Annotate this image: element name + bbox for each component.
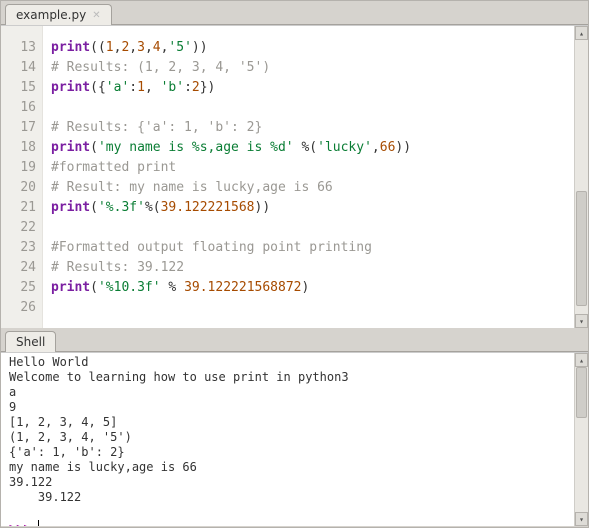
code-line[interactable] <box>51 218 570 238</box>
shell-output-line: my name is lucky,age is 66 <box>9 460 570 475</box>
scroll-thumb[interactable] <box>576 191 587 306</box>
code-line[interactable]: print('my name is %s,age is %d' %('lucky… <box>51 138 570 158</box>
tab-label: Shell <box>16 335 45 349</box>
scroll-track[interactable] <box>575 40 588 314</box>
tab-example-py[interactable]: example.py ✕ <box>5 4 112 25</box>
line-number: 16 <box>1 98 36 118</box>
line-number: 13 <box>1 38 36 58</box>
line-number: 14 <box>1 58 36 78</box>
code-line[interactable]: #formatted print <box>51 158 570 178</box>
code-line[interactable]: print('%10.3f' % 39.122221568872) <box>51 278 570 298</box>
shell-tabbar: Shell <box>1 328 588 352</box>
code-line[interactable]: # Results: {'a': 1, 'b': 2} <box>51 118 570 138</box>
editor-body[interactable]: 1314151617181920212223242526 print((1,2,… <box>1 26 574 328</box>
shell-output-line: [1, 2, 3, 4, 5] <box>9 415 570 430</box>
tab-label: example.py <box>16 8 86 22</box>
scroll-track[interactable] <box>575 367 588 512</box>
shell-output-line: 39.122 <box>9 475 570 490</box>
shell-scrollbar[interactable]: ▴ ▾ <box>574 353 588 526</box>
scroll-up-icon[interactable]: ▴ <box>575 26 588 40</box>
shell-output-line: {'a': 1, 'b': 2} <box>9 445 570 460</box>
prompt: >>> <box>9 521 38 526</box>
code-line[interactable] <box>51 298 570 318</box>
code-line[interactable] <box>51 98 570 118</box>
shell-output-line: a <box>9 385 570 400</box>
tab-shell[interactable]: Shell <box>5 331 56 352</box>
code-line[interactable]: # Result: my name is lucky,age is 66 <box>51 178 570 198</box>
line-number: 26 <box>1 298 36 318</box>
line-number: 21 <box>1 198 36 218</box>
code-line[interactable]: #Formatted output floating point printin… <box>51 238 570 258</box>
scroll-up-icon[interactable]: ▴ <box>575 353 588 367</box>
scroll-down-icon[interactable]: ▾ <box>575 512 588 526</box>
shell-output-line: (1, 2, 3, 4, '5') <box>9 430 570 445</box>
line-number: 25 <box>1 278 36 298</box>
close-icon[interactable]: ✕ <box>92 10 100 21</box>
code-line[interactable]: print({'a':1, 'b':2}) <box>51 78 570 98</box>
editor-tabbar: example.py ✕ <box>1 1 588 25</box>
line-number: 23 <box>1 238 36 258</box>
code-line[interactable]: print((1,2,3,4,'5')) <box>51 38 570 58</box>
line-number: 24 <box>1 258 36 278</box>
editor-pane: example.py ✕ 131415161718192021222324252… <box>1 1 588 328</box>
line-number: 17 <box>1 118 36 138</box>
line-number: 22 <box>1 218 36 238</box>
shell-output-line: Hello World <box>9 355 570 370</box>
line-number: 19 <box>1 158 36 178</box>
code-line[interactable]: # Results: (1, 2, 3, 4, '5') <box>51 58 570 78</box>
editor-scrollbar[interactable]: ▴ ▾ <box>574 26 588 328</box>
code-line[interactable]: # Results: 39.122 <box>51 258 570 278</box>
line-number: 15 <box>1 78 36 98</box>
shell-content[interactable]: Hello WorldWelcome to learning how to us… <box>1 353 574 526</box>
scroll-thumb[interactable] <box>576 367 587 418</box>
shell-pane: Shell Hello WorldWelcome to learning how… <box>1 328 588 526</box>
line-number: 18 <box>1 138 36 158</box>
shell-output-line: 39.122 <box>9 490 570 505</box>
editor-area: 1314151617181920212223242526 print((1,2,… <box>1 25 588 328</box>
code-content[interactable]: print((1,2,3,4,'5'))# Results: (1, 2, 3,… <box>43 26 574 328</box>
shell-output-line: Welcome to learning how to use print in … <box>9 370 570 385</box>
shell-output-line: 9 <box>9 400 570 415</box>
line-number-gutter: 1314151617181920212223242526 <box>1 26 43 328</box>
shell-prompt-line[interactable]: >>> <box>9 520 570 526</box>
code-line[interactable]: print('%.3f'%(39.122221568)) <box>51 198 570 218</box>
shell-area: Hello WorldWelcome to learning how to us… <box>1 352 588 526</box>
line-number: 20 <box>1 178 36 198</box>
cursor <box>38 520 39 526</box>
scroll-down-icon[interactable]: ▾ <box>575 314 588 328</box>
